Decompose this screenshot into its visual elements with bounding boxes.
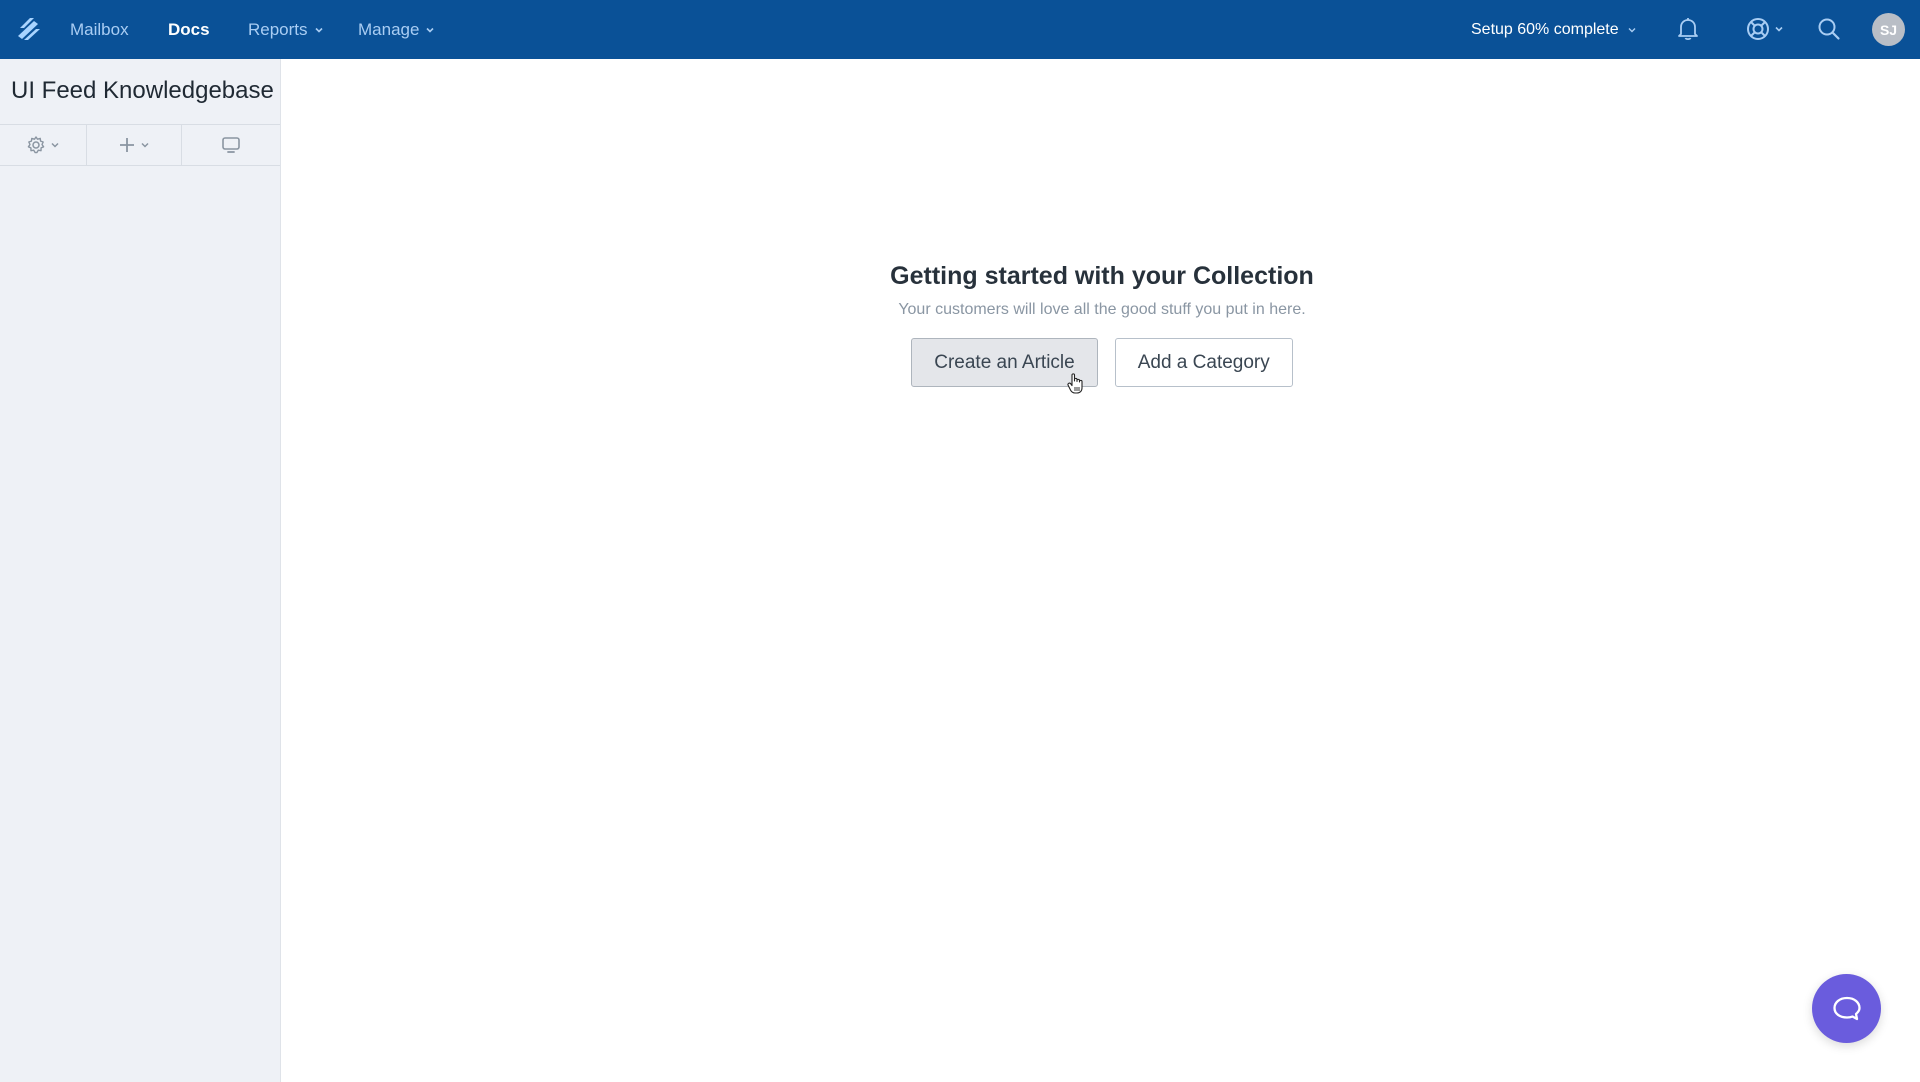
setup-progress-label: Setup 60% complete xyxy=(1471,20,1619,38)
monitor-icon xyxy=(222,137,240,153)
add-category-button[interactable]: Add a Category xyxy=(1114,338,1293,387)
chevron-down-icon xyxy=(1628,27,1636,32)
bell-icon xyxy=(1678,18,1698,41)
plus-icon xyxy=(120,138,134,152)
hand-pointer-cursor-icon xyxy=(1067,373,1083,394)
helpscout-logo-icon[interactable] xyxy=(16,14,42,44)
nav-docs[interactable]: Docs xyxy=(168,0,210,59)
setup-progress-dropdown[interactable]: Setup 60% complete xyxy=(1471,0,1637,59)
search-icon xyxy=(1818,18,1840,40)
search-button[interactable] xyxy=(1814,14,1844,44)
add-new-dropdown-button[interactable] xyxy=(87,125,182,165)
nav-docs-label: Docs xyxy=(168,19,210,39)
empty-state-subtext: Your customers will love all the good st… xyxy=(898,301,1306,318)
nav-reports-label: Reports xyxy=(248,19,308,39)
top-navigation-bar: Mailbox Docs Reports Manage Setup 60% co… xyxy=(0,0,1920,59)
avatar-initials: SJ xyxy=(1879,21,1898,38)
chevron-down-icon xyxy=(1774,26,1783,32)
chevron-down-icon xyxy=(51,142,59,148)
user-avatar[interactable]: SJ xyxy=(1872,13,1905,46)
collection-title: UI Feed Knowledgebase xyxy=(11,77,274,104)
chevron-down-icon xyxy=(141,142,149,148)
help-menu-button[interactable] xyxy=(1743,14,1785,44)
main-content: Getting started with your Collection You… xyxy=(282,59,1920,1082)
sidebar: UI Feed Knowledgebase xyxy=(0,59,281,1082)
chat-bubble-icon xyxy=(1832,996,1861,1020)
settings-dropdown-button[interactable] xyxy=(0,125,87,165)
view-site-button[interactable] xyxy=(182,125,280,165)
notifications-button[interactable] xyxy=(1673,14,1703,44)
gear-icon xyxy=(27,136,45,154)
empty-state: Getting started with your Collection You… xyxy=(282,262,1920,387)
empty-state-actions: Create an Article Add a Category xyxy=(282,338,1920,387)
nav-mailbox-label: Mailbox xyxy=(70,19,129,39)
empty-state-heading: Getting started with your Collection xyxy=(890,262,1314,290)
chevron-down-icon xyxy=(314,27,323,33)
nav-reports[interactable]: Reports xyxy=(248,0,324,59)
nav-manage-label: Manage xyxy=(358,19,420,39)
chevron-down-icon xyxy=(426,27,435,33)
help-lifebuoy-icon xyxy=(1746,18,1769,40)
help-beacon-button[interactable] xyxy=(1812,974,1881,1043)
sidebar-toolbar xyxy=(0,124,280,166)
nav-manage[interactable]: Manage xyxy=(358,0,435,59)
nav-mailbox[interactable]: Mailbox xyxy=(70,0,129,59)
